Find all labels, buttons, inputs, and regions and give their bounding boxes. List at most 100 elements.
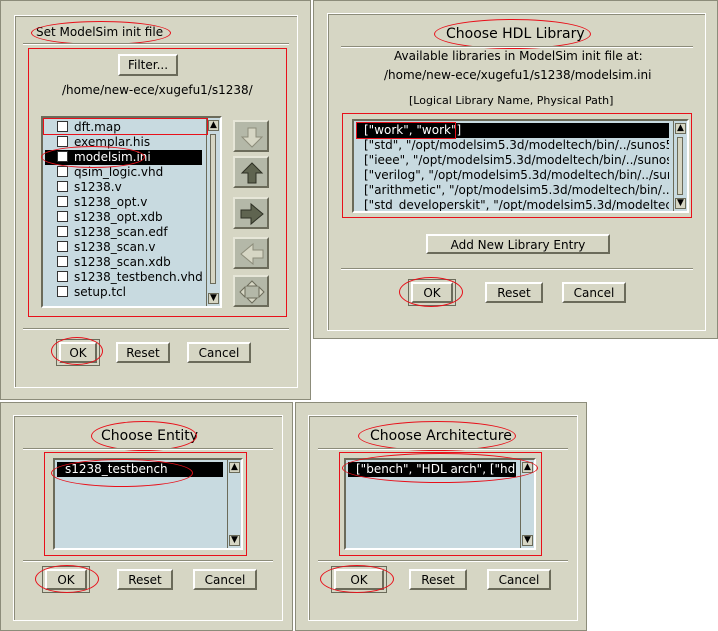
file-checkbox-icon[interactable] [57,211,68,222]
init-file-dialog-title: Set ModelSim init file [36,25,164,39]
reset-button[interactable]: Reset [409,569,467,590]
file-list-item[interactable]: qsim_logic.vhd [45,165,202,180]
file-checkbox-icon[interactable] [57,256,68,267]
filter-button[interactable]: Filter... [118,54,178,76]
ok-button[interactable]: OK [331,566,387,593]
move-up-icon [240,162,264,184]
library-list-item[interactable]: ["arithmetic", "/opt/modelsim5.3d/modelt… [356,183,669,198]
library-list-item[interactable]: ["std", "/opt/modelsim5.3d/modeltech/bin… [356,138,669,153]
architecture-list-item[interactable]: ["bench", "HDL arch", ["hdl" [348,462,516,477]
entity-list-scrollbar[interactable]: ▲ ▼ [227,460,241,548]
separator [318,560,568,562]
cancel-button[interactable]: Cancel [193,569,257,590]
file-checkbox-icon[interactable] [57,121,68,132]
scroll-down-arrow-icon[interactable]: ▼ [522,535,533,546]
entity-list-item-label: s1238_testbench [65,462,168,476]
cancel-button[interactable]: Cancel [187,342,251,363]
file-list-item[interactable]: s1238_scan.xdb [45,255,202,270]
scroll-down-arrow-icon[interactable]: ▼ [208,293,219,304]
file-list-item[interactable]: s1238_testbench.vhd [45,270,202,285]
library-list-scrollbar[interactable]: ▲ ▼ [673,121,687,211]
scroll-thumb[interactable] [210,134,216,284]
library-list-item[interactable]: ["verilog", "/opt/modelsim5.3d/modeltech… [356,168,669,183]
file-checkbox-icon[interactable] [57,181,68,192]
file-checkbox-icon[interactable] [57,196,68,207]
separator [341,268,693,270]
scroll-up-arrow-icon[interactable]: ▲ [522,462,533,473]
add-new-library-button[interactable]: Add New Library Entry [426,234,610,254]
library-list-item[interactable]: ["ieee", "/opt/modelsim5.3d/modeltech/bi… [356,153,669,168]
file-list-item-label: s1238_scan.edf [74,225,168,239]
cancel-button[interactable]: Cancel [562,282,626,303]
file-checkbox-icon[interactable] [57,136,68,147]
file-list-item[interactable]: setup.tcl [45,285,202,300]
separator [23,448,273,450]
file-list-item[interactable]: s1238_scan.edf [45,225,202,240]
file-list-item-label: qsim_logic.vhd [74,165,164,179]
init-file-path: /home/new-ece/xugefu1/s1238/ [62,83,253,97]
file-list-item[interactable]: modelsim.ini [45,150,202,165]
file-list-item-label: s1238_opt.v [74,195,148,209]
entity-dialog: Choose Entity s1238_testbench ▲ ▼ OK Res… [0,402,293,631]
library-list-item-label: ["arithmetic", "/opt/modelsim5.3d/modelt… [364,183,669,197]
file-checkbox-icon[interactable] [57,151,68,162]
move-down-button[interactable] [233,120,269,152]
library-list-item-label: ["ieee", "/opt/modelsim5.3d/modeltech/bi… [364,153,669,167]
file-list-item-label: exemplar.his [74,135,151,149]
file-checkbox-icon[interactable] [57,286,68,297]
entity-dialog-title: Choose Entity [101,428,199,444]
move-up-button[interactable] [233,156,269,188]
architecture-dialog: Choose Architecture ["bench", "HDL arch"… [295,402,587,631]
file-checkbox-icon[interactable] [57,241,68,252]
file-list-item[interactable]: s1238_opt.xdb [45,210,202,225]
scroll-thumb[interactable] [677,137,683,195]
file-list-scrollbar[interactable]: ▲ ▼ [206,118,220,306]
move-right-icon [240,202,264,226]
architecture-list[interactable]: ["bench", "HDL arch", ["hdl" ▲ ▼ [344,458,536,550]
file-list-item[interactable]: exemplar.his [45,135,202,150]
file-list-item-label: s1238_scan.xdb [74,255,171,269]
library-subtitle-1: Available libraries in ModelSim init fil… [394,49,643,63]
library-list-item[interactable]: ["work", "work"] [356,123,669,138]
library-list[interactable]: ["work", "work"] ["std", "/opt/modelsim5.… [352,119,689,213]
file-checkbox-icon[interactable] [57,166,68,177]
move-left-button[interactable] [233,237,269,269]
file-list-item-label: setup.tcl [74,285,127,299]
file-list-item-label: s1238_scan.v [74,240,156,254]
architecture-list-scrollbar[interactable]: ▲ ▼ [520,460,534,548]
scroll-up-arrow-icon[interactable]: ▲ [229,462,240,473]
shuffle-button[interactable] [233,275,269,307]
scroll-down-arrow-icon[interactable]: ▼ [229,535,240,546]
ok-button[interactable]: OK [56,339,100,366]
entity-list[interactable]: s1238_testbench ▲ ▼ [53,458,243,550]
file-checkbox-icon[interactable] [57,226,68,237]
library-list-item[interactable]: ["std_developerskit", "/opt/modelsim5.3d… [356,198,669,211]
architecture-list-item-label: ["bench", "HDL arch", ["hdl" [356,462,516,476]
ok-button[interactable]: OK [408,279,456,306]
entity-list-item[interactable]: s1238_testbench [57,462,223,477]
reset-button[interactable]: Reset [485,282,543,303]
file-list-item[interactable]: s1238_opt.v [45,195,202,210]
separator [23,328,289,330]
file-list-item[interactable]: dft.map [45,120,202,135]
file-list-item-label: modelsim.ini [74,150,151,164]
scroll-up-arrow-icon[interactable]: ▲ [208,120,219,131]
separator [23,560,273,562]
library-column-hint: [Logical Library Name, Physical Path] [409,94,614,107]
cancel-button[interactable]: Cancel [487,569,551,590]
move-right-button[interactable] [233,197,269,229]
hdl-library-dialog-title: Choose HDL Library [446,26,585,42]
move-down-icon [240,127,264,148]
ok-button[interactable]: OK [42,566,90,593]
architecture-dialog-title: Choose Architecture [370,428,512,444]
reset-button[interactable]: Reset [117,569,173,590]
file-list-item[interactable]: s1238.v [45,180,202,195]
scroll-up-arrow-icon[interactable]: ▲ [675,123,686,134]
init-file-dialog: Set ModelSim init file Filter... /home/n… [0,0,311,400]
file-list-item[interactable]: s1238_scan.v [45,240,202,255]
file-list[interactable]: dft.map exemplar.his modelsim.ini qsim_logi… [41,116,222,308]
file-checkbox-icon[interactable] [57,271,68,282]
move-left-icon [240,242,264,266]
reset-button[interactable]: Reset [116,342,170,363]
scroll-down-arrow-icon[interactable]: ▼ [675,198,686,209]
